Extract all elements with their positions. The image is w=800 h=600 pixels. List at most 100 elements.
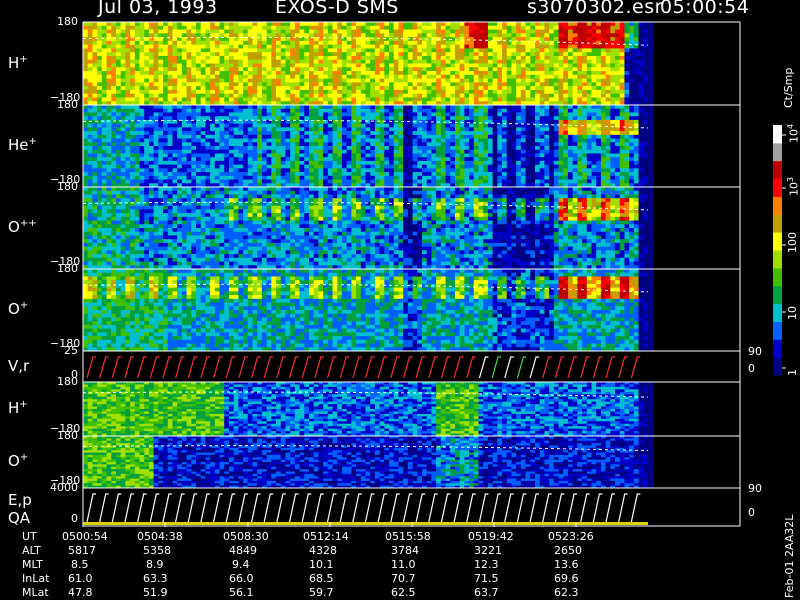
footer-cell: 11.0 — [391, 558, 416, 571]
footer-cell: 8.5 — [71, 558, 89, 571]
footer-cell: 51.9 — [143, 586, 168, 599]
y-tick-top: 180 — [57, 98, 78, 111]
panel-label: O+ — [8, 300, 28, 318]
y-tick-top: 180 — [57, 429, 78, 442]
colorbar-segment — [773, 232, 782, 251]
right-tick-bottom: 0 — [748, 506, 755, 519]
panel-species: He — [8, 136, 29, 154]
right-tick-bottom: 0 — [748, 362, 755, 375]
colorbar-segment — [773, 250, 782, 269]
footer-cell: 66.0 — [229, 572, 254, 585]
y-tick-top: 180 — [57, 15, 78, 28]
panel-8 — [82, 487, 741, 526]
colorbar-segment — [773, 357, 782, 376]
footer-cell: 0508:30 — [223, 530, 269, 543]
panel-label: H+ — [8, 54, 28, 72]
y-tick-top: 180 — [57, 180, 78, 193]
panel-4 — [82, 268, 741, 352]
colorbar — [773, 125, 786, 376]
panel-label2: QA — [8, 509, 31, 527]
y-tick-top: 180 — [57, 375, 78, 388]
footer-cell: 0500:54 — [62, 530, 108, 543]
colorbar-segment — [773, 125, 782, 144]
panel-5 — [82, 350, 741, 382]
colorbar-segment — [773, 285, 782, 305]
colorbar-segment — [773, 214, 782, 233]
footer-cell: 0512:14 — [303, 530, 349, 543]
footer-cell: 69.6 — [554, 572, 579, 585]
panel-charge: + — [19, 300, 29, 311]
panels-group — [82, 21, 741, 527]
panel-species: E,p — [8, 491, 32, 509]
colorbar-segment — [773, 339, 782, 358]
colorbar-tick-label: 10 — [786, 306, 799, 320]
footer-cell: 9.4 — [232, 558, 250, 571]
panel-species: H — [8, 53, 20, 72]
spectrogram-figure — [82, 21, 786, 527]
y-tick-bottom: 0 — [71, 512, 78, 525]
panel-label: O+ — [8, 452, 28, 470]
colorbar-tick-label: 100 — [786, 232, 799, 253]
panel-charge: + — [28, 136, 37, 147]
colorbar-segment — [773, 196, 782, 215]
footer-cell: 2650 — [554, 544, 582, 557]
panel-label: E,p QA — [8, 491, 32, 527]
footer-cell: 0519:42 — [468, 530, 514, 543]
footer-cell: 13.6 — [554, 558, 579, 571]
footer-cell: 5817 — [68, 544, 96, 557]
footer-cell: 47.8 — [68, 586, 93, 599]
panel-charge: + — [19, 53, 28, 65]
footer-cell: 0504:38 — [137, 530, 183, 543]
panel-species: V,r — [8, 356, 30, 375]
footer-cell: 3221 — [474, 544, 502, 557]
footer-cell: 63.3 — [143, 572, 168, 585]
footer-cell: 62.3 — [554, 586, 579, 599]
panel-species: O — [8, 300, 20, 318]
footer-row-label: InLat — [22, 572, 50, 585]
panel-charge: ++ — [19, 218, 37, 229]
panel-species: O — [8, 218, 20, 236]
footer-cell: 59.7 — [309, 586, 334, 599]
footer-cell: 10.1 — [309, 558, 334, 571]
footer-cell: 12.3 — [474, 558, 499, 571]
footer-cell: 0523:26 — [548, 530, 594, 543]
y-tick-top: 4000 — [50, 481, 78, 494]
footer-cell: 56.1 — [229, 586, 254, 599]
panel-label: He+ — [8, 136, 37, 154]
colorbar-segment — [773, 178, 782, 197]
footer-cell: 5358 — [143, 544, 171, 557]
panel-label: V,r — [8, 357, 29, 375]
footer-cell: 62.5 — [391, 586, 416, 599]
footer-cell: 0515:58 — [385, 530, 431, 543]
panel-3 — [82, 186, 741, 270]
panel-species: O — [8, 452, 20, 470]
colorbar-tick-label: 1 — [786, 369, 799, 376]
colorbar-tick-label: 104 — [786, 123, 800, 143]
header-date: Jul 03, 1993 — [98, 0, 218, 18]
panel-7 — [82, 435, 741, 489]
footer-cell: 61.0 — [68, 572, 93, 585]
panel-label: O++ — [8, 218, 37, 236]
panel-label: H+ — [8, 399, 28, 417]
colorbar-unit: Ct/Smp — [782, 67, 795, 108]
footer-cell: 4849 — [229, 544, 257, 557]
footer-row-label: MLat — [22, 586, 49, 599]
colorbar-segment — [773, 303, 782, 322]
footer-row-label: MLT — [22, 558, 43, 571]
right-tick-top: 90 — [748, 345, 762, 358]
right-tick-top: 90 — [748, 482, 762, 495]
header-instrument: EXOS-D SMS — [275, 0, 399, 18]
panel-6 — [82, 381, 741, 437]
footer-cell: 63.7 — [474, 586, 499, 599]
header-file: s3070302.esr — [527, 0, 663, 18]
footer-cell: 68.5 — [309, 572, 334, 585]
panel-species: H — [8, 399, 20, 417]
side-note: Feb-01 2AA32L — [783, 514, 796, 598]
panel-1 — [82, 21, 741, 106]
footer-row-label: UT — [22, 530, 37, 543]
panel-2 — [82, 104, 741, 188]
footer-cell: 4328 — [309, 544, 337, 557]
panel-charge: + — [19, 399, 28, 410]
colorbar-segment — [773, 267, 782, 287]
footer-cell: 8.9 — [146, 558, 164, 571]
